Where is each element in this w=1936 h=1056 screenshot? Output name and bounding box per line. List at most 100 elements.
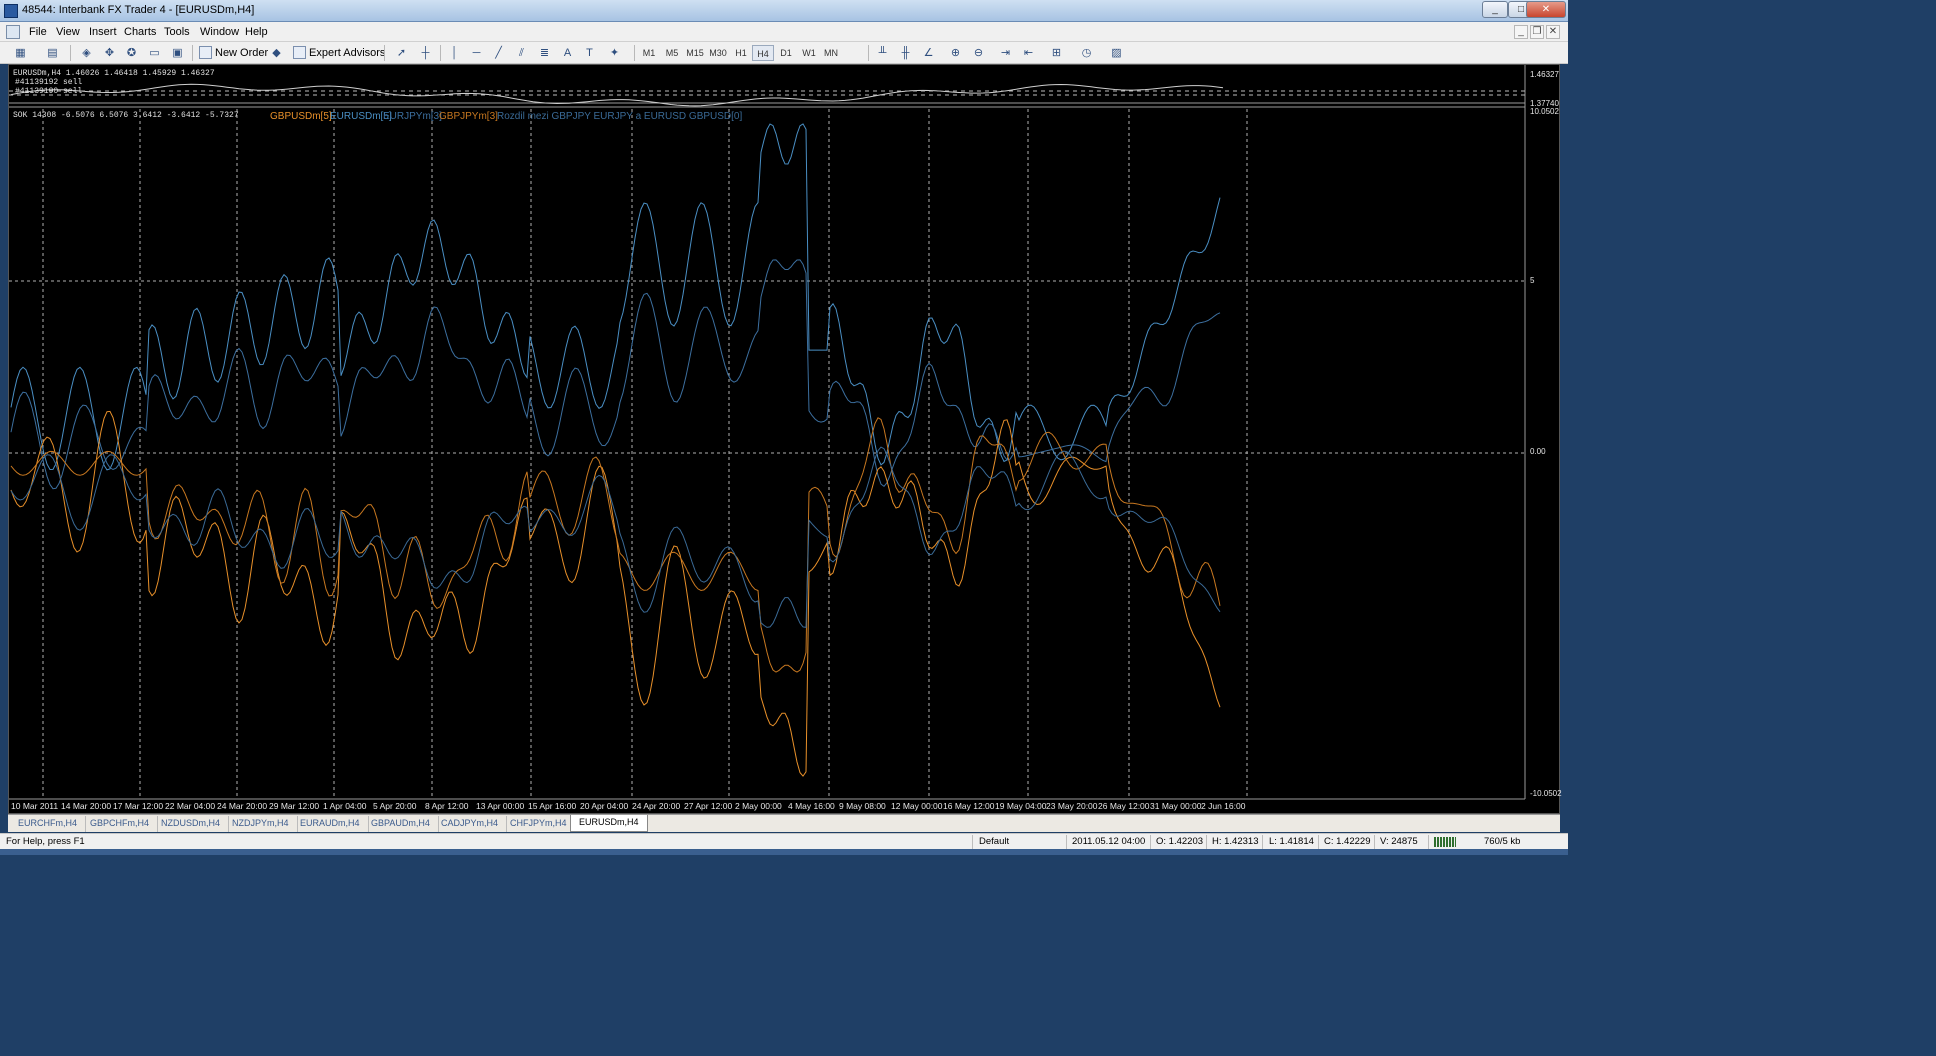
- menu-bar: File View Insert Charts Tools Window Hel…: [0, 22, 1568, 42]
- vertical-line-icon[interactable]: │: [446, 45, 463, 61]
- arrows-icon[interactable]: ✦: [606, 45, 623, 61]
- order-label: #41139190 sell: [15, 87, 83, 96]
- menu-charts[interactable]: Charts: [124, 26, 156, 38]
- terminal-icon[interactable]: ▭: [146, 45, 163, 61]
- x-label: 2 May 00:00: [735, 801, 782, 811]
- y-label: 0.00: [1530, 447, 1546, 456]
- legend-gbpusd: GBPUSDm[5]: [270, 111, 332, 122]
- child-restore-icon[interactable]: ❐: [1530, 25, 1544, 39]
- periods-icon[interactable]: ◷: [1078, 45, 1095, 61]
- zoom-in-icon[interactable]: ⊕: [947, 45, 964, 61]
- status-profile: Default: [979, 836, 1010, 847]
- eurusd-series: [10, 123, 1221, 471]
- chart-tab[interactable]: EURCHFm,H4: [10, 816, 87, 832]
- legend-gbpjpy: GBPJPYm[3]: [439, 111, 498, 122]
- text-label-icon[interactable]: T: [581, 45, 598, 61]
- metaeditor-icon[interactable]: ◆: [268, 45, 285, 61]
- chart-tab[interactable]: CHFJPYm,H4: [502, 816, 576, 832]
- profiles-icon[interactable]: ▤: [44, 45, 61, 61]
- x-label: 14 Mar 20:00: [61, 801, 112, 811]
- chart-tab[interactable]: GBPAUDm,H4: [363, 816, 439, 832]
- price-label-current: 1.46327: [1530, 70, 1559, 79]
- chart-shift-icon[interactable]: ⇤: [1020, 45, 1037, 61]
- x-label: 9 May 08:00: [839, 801, 886, 811]
- child-minimize-icon[interactable]: _: [1514, 25, 1528, 39]
- menu-insert[interactable]: Insert: [89, 26, 117, 38]
- x-label: 22 Mar 04:00: [165, 801, 216, 811]
- menu-file[interactable]: File: [29, 26, 47, 38]
- x-label: 1 Apr 04:00: [323, 801, 367, 811]
- data-window-icon[interactable]: ✥: [101, 45, 118, 61]
- line-chart-icon[interactable]: ∠: [920, 45, 937, 61]
- crosshair-icon[interactable]: ┼: [417, 45, 434, 61]
- window-title: 48544: Interbank FX Trader 4 - [EURUSDm,…: [22, 4, 255, 16]
- x-label: 23 May 20:00: [1046, 801, 1098, 811]
- timeframe-m30[interactable]: M30: [707, 45, 729, 61]
- menu-window[interactable]: Window: [200, 26, 239, 38]
- channel-icon[interactable]: ⫽: [513, 45, 530, 61]
- chart-tab[interactable]: CADJPYm,H4: [433, 816, 508, 832]
- timeframe-h1[interactable]: H1: [730, 45, 752, 61]
- indicators-icon[interactable]: ⊞: [1048, 45, 1065, 61]
- app-icon: [4, 4, 18, 18]
- timeframe-d1[interactable]: D1: [775, 45, 797, 61]
- symbol-info: EURUSDm,H4 1.46026 1.46418 1.45929 1.463…: [13, 69, 215, 78]
- status-help: For Help, press F1: [6, 836, 85, 847]
- menu-help[interactable]: Help: [245, 26, 268, 38]
- timeframe-m15[interactable]: M15: [684, 45, 706, 61]
- navigator-icon[interactable]: ✪: [123, 45, 140, 61]
- timeframe-h4[interactable]: H4: [752, 45, 774, 61]
- minimize-button[interactable]: _: [1482, 1, 1508, 18]
- strategy-tester-icon[interactable]: ▣: [169, 45, 186, 61]
- status-traffic: 760/5 kb: [1484, 836, 1521, 847]
- auto-scroll-icon[interactable]: ⇥: [997, 45, 1014, 61]
- menu-tools[interactable]: Tools: [164, 26, 190, 38]
- y-label: 10.0502: [1530, 107, 1559, 116]
- status-low: L: 1.41814: [1269, 836, 1314, 847]
- chart-tab[interactable]: GBPCHFm,H4: [82, 816, 159, 832]
- text-icon[interactable]: A: [559, 45, 576, 61]
- x-label: 13 Apr 00:00: [476, 801, 525, 811]
- gbpusd-series: [10, 410, 1221, 777]
- trendline-icon[interactable]: ╱: [490, 45, 507, 61]
- x-label: 24 Apr 20:00: [632, 801, 681, 811]
- candlesticks-icon[interactable]: ╫: [897, 45, 914, 61]
- close-button[interactable]: ✕: [1526, 1, 1566, 18]
- toolbar: ▦ ▤ ◈ ✥ ✪ ▭ ▣ New Order ◆ Expert Advisor…: [0, 42, 1568, 64]
- menu-view[interactable]: View: [56, 26, 80, 38]
- zoom-out-icon[interactable]: ⊖: [970, 45, 987, 61]
- market-watch-icon[interactable]: ◈: [78, 45, 95, 61]
- timeframe-m1[interactable]: M1: [638, 45, 660, 61]
- connection-traffic-icon: [1434, 837, 1456, 847]
- chart-tab[interactable]: NZDJPYm,H4: [224, 816, 298, 832]
- x-label: 20 Apr 04:00: [580, 801, 629, 811]
- expert-advisors-icon: [293, 46, 306, 59]
- expert-advisors-label: Expert Advisors: [309, 47, 386, 59]
- x-label: 4 May 16:00: [788, 801, 835, 811]
- cursor-icon[interactable]: ➚: [393, 45, 410, 61]
- chart-window[interactable]: EURUSDm,H4 1.46026 1.46418 1.45929 1.463…: [8, 64, 1562, 815]
- chart-tab[interactable]: NZDUSDm,H4: [153, 816, 230, 832]
- timeframe-m5[interactable]: M5: [661, 45, 683, 61]
- child-close-icon[interactable]: ✕: [1546, 25, 1560, 39]
- bar-chart-icon[interactable]: ╨: [874, 45, 891, 61]
- status-datetime: 2011.05.12 04:00: [1072, 836, 1146, 847]
- chart-canvas[interactable]: [9, 65, 1561, 815]
- chart-tabs: EURCHFm,H4 GBPCHFm,H4 NZDUSDm,H4 NZDJPYm…: [8, 814, 1560, 832]
- status-bar: For Help, press F1 Default 2011.05.12 04…: [0, 833, 1568, 849]
- templates-icon[interactable]: ▨: [1108, 45, 1125, 61]
- expert-advisors-button[interactable]: Expert Advisors: [291, 44, 385, 62]
- horizontal-line-icon[interactable]: ─: [468, 45, 485, 61]
- chart-tab-active[interactable]: EURUSDm,H4: [570, 815, 648, 832]
- new-order-label: New Order: [215, 47, 269, 59]
- new-order-button[interactable]: New Order: [197, 44, 268, 62]
- x-label: 2 Jun 16:00: [1201, 801, 1246, 811]
- x-label: 15 Apr 16:00: [528, 801, 577, 811]
- fibonacci-icon[interactable]: ≣: [536, 45, 553, 61]
- new-chart-icon[interactable]: ▦: [12, 45, 29, 61]
- timeframe-w1[interactable]: W1: [798, 45, 820, 61]
- timeframe-mn[interactable]: MN: [820, 45, 842, 61]
- new-order-icon: [199, 46, 212, 59]
- document-icon[interactable]: [6, 25, 20, 39]
- chart-tab[interactable]: EURAUDm,H4: [292, 816, 369, 832]
